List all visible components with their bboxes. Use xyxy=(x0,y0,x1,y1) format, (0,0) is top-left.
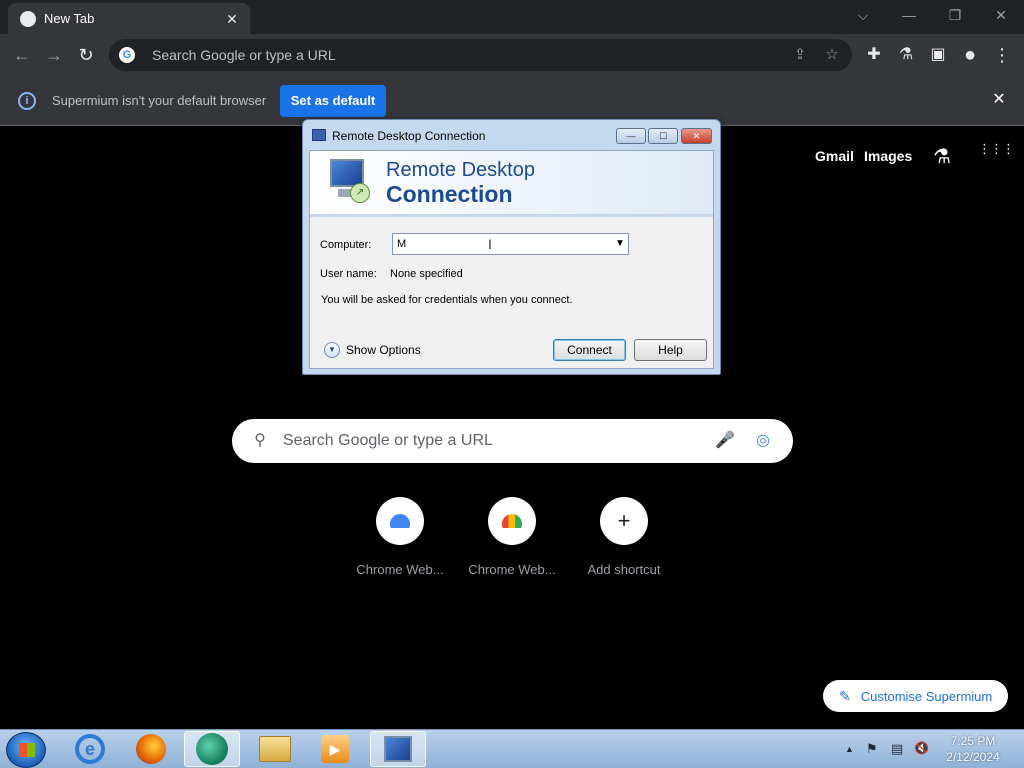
address-bar[interactable]: G Search Google or type a URL ⇪ ☆ xyxy=(109,39,852,71)
bookmark-star-icon[interactable]: ☆ xyxy=(820,43,844,67)
tab-new-tab[interactable]: New Tab ✕ xyxy=(8,3,250,34)
taskbar-supermium[interactable] xyxy=(184,731,240,767)
action-center-flag-icon[interactable]: ⚑ xyxy=(866,741,878,757)
ntp-search-box[interactable]: ⚲ Search Google or type a URL 🎤 ◎ xyxy=(232,419,793,463)
forward-button[interactable]: → xyxy=(42,43,66,67)
help-button[interactable]: Help xyxy=(634,339,707,361)
extensions-icon[interactable]: ✚ xyxy=(862,43,886,67)
dialog-maximize-button[interactable]: ☐ xyxy=(648,128,678,144)
remote-desktop-monitor-icon: ↗ xyxy=(328,159,370,203)
banner-title-line2: Connection xyxy=(386,181,513,207)
credentials-note: You will be asked for credentials when y… xyxy=(321,294,573,306)
firefox-icon xyxy=(136,734,166,764)
side-panel-icon[interactable]: ▣ xyxy=(926,43,950,67)
windows-flag-icon xyxy=(19,743,35,757)
remote-desktop-icon xyxy=(384,736,412,762)
dialog-titlebar[interactable]: Remote Desktop Connection — ☐ ✕ xyxy=(303,120,720,150)
computer-input[interactable]: M xyxy=(397,238,612,250)
taskbar-explorer[interactable] xyxy=(247,731,303,767)
customise-label: Customise Supermium xyxy=(860,688,993,704)
rdp-app-icon xyxy=(312,129,326,141)
shortcut-chrome-web-store-2[interactable]: Chrome Web... xyxy=(464,497,560,577)
tab-favicon-icon xyxy=(20,10,36,27)
dialog-body: ↗ Remote Desktop Connection Computer: M … xyxy=(309,150,714,369)
taskbar-remote-desktop[interactable] xyxy=(370,731,426,767)
computer-combobox[interactable]: M ▼ I xyxy=(392,233,629,255)
connect-button[interactable]: Connect xyxy=(553,339,626,361)
dialog-title: Remote Desktop Connection xyxy=(332,129,486,143)
restore-button[interactable]: ❐ xyxy=(935,4,975,26)
shortcut-label: Chrome Web... xyxy=(356,562,444,577)
shortcut-chrome-web-store-1[interactable]: Chrome Web... xyxy=(352,497,448,577)
dialog-close-button[interactable]: ✕ xyxy=(681,128,712,144)
show-options-icon[interactable]: ▼ xyxy=(324,342,340,358)
tab-close-icon[interactable]: ✕ xyxy=(222,9,242,29)
shortcut-label: Add shortcut xyxy=(587,562,661,577)
show-hidden-icons-button[interactable]: ▲ xyxy=(845,744,854,754)
search-icon: ⚲ xyxy=(254,432,266,449)
volume-muted-icon[interactable]: 🔇 xyxy=(914,741,929,755)
close-window-button[interactable]: ✕ xyxy=(981,4,1021,26)
plus-icon: + xyxy=(600,497,648,545)
computer-label: Computer: xyxy=(320,239,372,251)
shortcut-label: Chrome Web... xyxy=(468,562,556,577)
menu-icon[interactable]: ⋮ xyxy=(990,43,1014,67)
remote-desktop-dialog: Remote Desktop Connection — ☐ ✕ ↗ Remote… xyxy=(302,119,721,375)
back-button[interactable]: ← xyxy=(10,43,34,67)
customise-button[interactable]: ✎ Customise Supermium xyxy=(823,680,1008,712)
folder-icon xyxy=(259,736,291,762)
network-icon[interactable]: ▤ xyxy=(891,741,903,757)
taskbar-clock[interactable]: 7:25 PM 2/12/2024 xyxy=(940,733,1006,765)
ntp-search-placeholder: Search Google or type a URL xyxy=(283,432,493,449)
webstore-icon xyxy=(488,497,536,545)
apps-grid-icon[interactable]: ⋮⋮⋮ xyxy=(978,142,1015,169)
google-icon: G xyxy=(119,47,135,63)
labs-icon[interactable]: ⚗ xyxy=(894,43,918,67)
show-options-button[interactable]: Show Options xyxy=(346,343,421,357)
profile-icon[interactable]: ● xyxy=(958,43,982,67)
add-shortcut-button[interactable]: + Add shortcut xyxy=(576,497,672,577)
address-bar-placeholder: Search Google or type a URL xyxy=(152,47,336,63)
info-icon: i xyxy=(18,92,36,110)
media-player-icon: ▶ xyxy=(321,735,349,763)
internet-explorer-icon: e xyxy=(75,734,105,764)
username-value: None specified xyxy=(390,268,463,280)
reload-button[interactable]: ↻ xyxy=(74,43,98,67)
text-cursor-icon: I xyxy=(488,236,492,252)
pencil-icon: ✎ xyxy=(839,687,851,704)
labs-flask-icon[interactable]: ⚗ xyxy=(930,145,954,169)
tab-strip: New Tab ✕ ⌵ — ❐ ✕ xyxy=(0,0,1024,34)
share-icon[interactable]: ⇪ xyxy=(788,43,812,67)
start-button[interactable] xyxy=(6,732,46,768)
infobar-close-icon[interactable]: ✕ xyxy=(990,91,1008,109)
gmail-link[interactable]: Gmail xyxy=(815,148,854,164)
clock-time: 7:25 PM xyxy=(950,734,996,748)
browser-toolbar: ← → ↻ G Search Google or type a URL ⇪ ☆ … xyxy=(0,34,1024,76)
chevron-down-icon[interactable]: ▼ xyxy=(612,234,628,254)
supermium-icon xyxy=(196,733,228,765)
dialog-banner: ↗ Remote Desktop Connection xyxy=(310,151,713,217)
banner-title-line1: Remote Desktop xyxy=(386,159,535,181)
dialog-minimize-button[interactable]: — xyxy=(616,128,646,144)
clock-date: 2/12/2024 xyxy=(946,750,1000,764)
taskbar-media-player[interactable]: ▶ xyxy=(307,731,363,767)
microphone-icon[interactable]: 🎤 xyxy=(713,429,737,453)
set-as-default-button[interactable]: Set as default xyxy=(280,85,386,117)
webstore-icon xyxy=(376,497,424,545)
tab-search-icon[interactable]: ⌵ xyxy=(843,4,883,26)
lens-icon[interactable]: ◎ xyxy=(751,429,775,453)
minimize-button[interactable]: — xyxy=(889,4,929,26)
taskbar-firefox[interactable] xyxy=(123,731,179,767)
username-label: User name: xyxy=(320,268,377,280)
taskbar-internet-explorer[interactable]: e xyxy=(62,731,118,767)
infobar-message: Supermium isn't your default browser xyxy=(52,93,267,108)
tab-title: New Tab xyxy=(44,11,95,26)
taskbar: e ▶ ▲ ⚑ ▤ 🔇 7:25 PM 2/12/2024 xyxy=(0,729,1024,768)
images-link[interactable]: Images xyxy=(864,148,912,164)
